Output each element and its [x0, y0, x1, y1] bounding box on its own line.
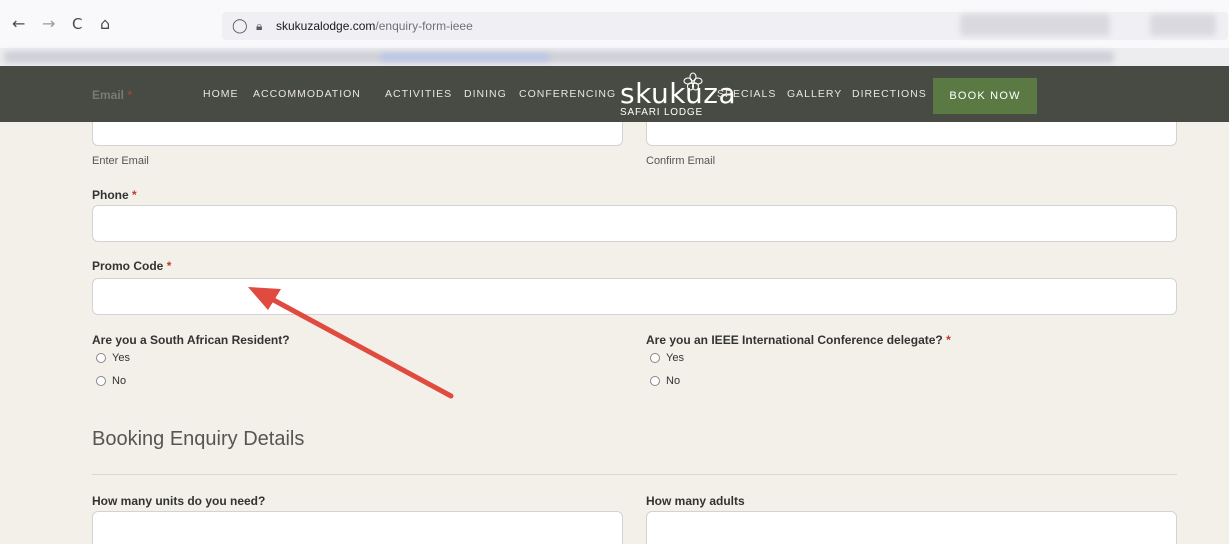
red-annotation-arrow-icon — [248, 287, 454, 399]
